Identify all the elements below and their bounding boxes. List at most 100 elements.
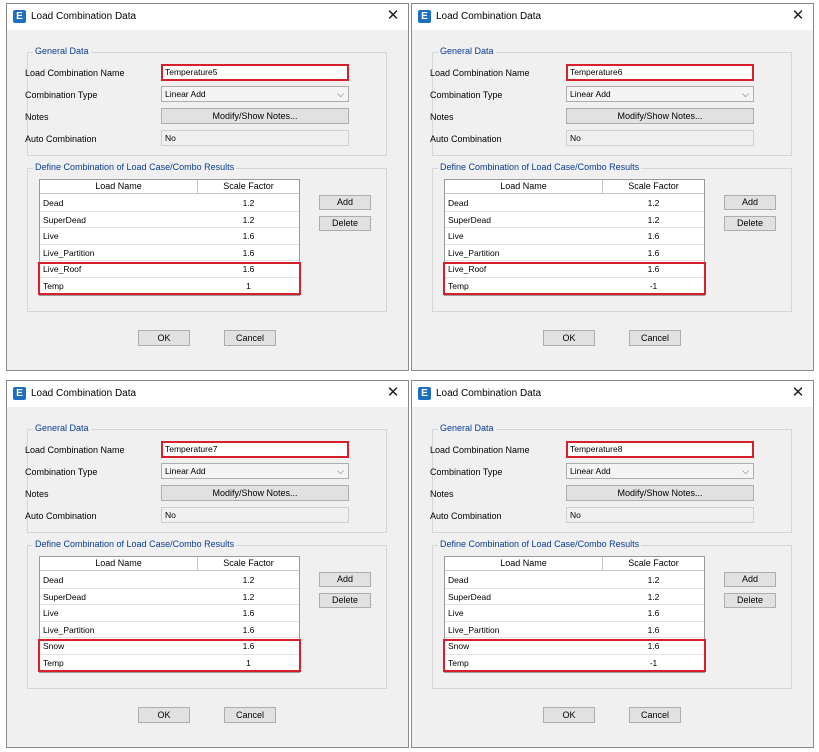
table-row[interactable]: Live_Partition 1.6	[445, 622, 704, 638]
column-header-scale-factor[interactable]: Scale Factor	[603, 557, 704, 571]
table-row[interactable]: Snow 1.6	[445, 638, 704, 655]
column-header-load-name[interactable]: Load Name	[40, 557, 198, 571]
load-name-cell[interactable]: Live_Partition	[43, 245, 95, 261]
load-case-grid[interactable]: Load Name Scale Factor Dead 1.2 SuperDead 1…	[444, 556, 705, 673]
load-case-grid[interactable]: Load Name Scale Factor Dead 1.2 SuperDead 1…	[39, 179, 300, 296]
table-row[interactable]: SuperDead 1.2	[445, 212, 704, 228]
scale-factor-cell[interactable]: -1	[603, 278, 704, 294]
table-row[interactable]: Temp 1	[40, 655, 299, 671]
add-button[interactable]: Add	[319, 195, 371, 210]
combination-name-input[interactable]: Temperature5	[161, 64, 349, 81]
cancel-button[interactable]: Cancel	[629, 707, 681, 723]
combination-name-input[interactable]: Temperature7	[161, 441, 349, 458]
ok-button[interactable]: OK	[138, 707, 190, 723]
table-row[interactable]: Temp -1	[445, 655, 704, 671]
combination-type-select[interactable]: Linear Add ⌵	[566, 86, 754, 102]
modify-notes-button[interactable]: Modify/Show Notes...	[566, 108, 754, 124]
table-row[interactable]: Temp 1	[40, 278, 299, 294]
table-row[interactable]: Temp -1	[445, 278, 704, 294]
table-row[interactable]: Dead 1.2	[445, 572, 704, 589]
scale-factor-cell[interactable]: 1.6	[603, 605, 704, 621]
column-header-load-name[interactable]: Load Name	[445, 557, 603, 571]
column-header-scale-factor[interactable]: Scale Factor	[603, 180, 704, 194]
load-name-cell[interactable]: Live_Partition	[448, 245, 500, 261]
delete-button[interactable]: Delete	[319, 593, 371, 608]
table-row[interactable]: Live_Partition 1.6	[40, 622, 299, 638]
table-row[interactable]: Live_Partition 1.6	[40, 245, 299, 261]
table-row[interactable]: Dead 1.2	[40, 195, 299, 212]
load-case-grid[interactable]: Load Name Scale Factor Dead 1.2 SuperDead 1…	[39, 556, 300, 673]
scale-factor-cell[interactable]: 1.6	[198, 622, 299, 638]
scale-factor-cell[interactable]: 1.6	[198, 261, 299, 277]
ok-button[interactable]: OK	[543, 707, 595, 723]
table-row[interactable]: Dead 1.2	[40, 572, 299, 589]
scale-factor-cell[interactable]: 1.2	[198, 589, 299, 605]
scale-factor-cell[interactable]: 1.2	[603, 572, 704, 588]
scale-factor-cell[interactable]: 1.2	[198, 212, 299, 228]
load-name-cell[interactable]: Live_Partition	[448, 622, 500, 638]
table-row[interactable]: Snow 1.6	[40, 638, 299, 655]
load-name-cell[interactable]: Live	[43, 228, 59, 244]
delete-button[interactable]: Delete	[724, 216, 776, 231]
column-header-scale-factor[interactable]: Scale Factor	[198, 180, 299, 194]
scale-factor-cell[interactable]: 1.6	[603, 261, 704, 277]
table-row[interactable]: Live 1.6	[40, 605, 299, 622]
scale-factor-cell[interactable]: 1.2	[603, 589, 704, 605]
scale-factor-cell[interactable]: 1.6	[198, 228, 299, 244]
combination-type-select[interactable]: Linear Add ⌵	[566, 463, 754, 479]
load-name-cell[interactable]: Temp	[43, 278, 64, 294]
table-row[interactable]: SuperDead 1.2	[40, 589, 299, 605]
cancel-button[interactable]: Cancel	[629, 330, 681, 346]
load-name-cell[interactable]: Snow	[43, 638, 64, 654]
cancel-button[interactable]: Cancel	[224, 330, 276, 346]
scale-factor-cell[interactable]: 1.2	[603, 212, 704, 228]
table-row[interactable]: Live_Partition 1.6	[445, 245, 704, 261]
scale-factor-cell[interactable]: 1.6	[603, 245, 704, 261]
scale-factor-cell[interactable]: 1.6	[198, 605, 299, 621]
close-icon[interactable]: ✕	[791, 385, 805, 401]
add-button[interactable]: Add	[724, 195, 776, 210]
table-row[interactable]: Live 1.6	[445, 605, 704, 622]
scale-factor-cell[interactable]: 1.6	[198, 245, 299, 261]
scale-factor-cell[interactable]: -1	[603, 655, 704, 671]
scale-factor-cell[interactable]: 1.2	[603, 195, 704, 211]
modify-notes-button[interactable]: Modify/Show Notes...	[161, 485, 349, 501]
add-button[interactable]: Add	[724, 572, 776, 587]
ok-button[interactable]: OK	[543, 330, 595, 346]
modify-notes-button[interactable]: Modify/Show Notes...	[566, 485, 754, 501]
table-row[interactable]: Live_Roof 1.6	[40, 261, 299, 278]
load-name-cell[interactable]: Live_Roof	[43, 261, 81, 277]
scale-factor-cell[interactable]: 1.2	[198, 572, 299, 588]
load-name-cell[interactable]: Live_Partition	[43, 622, 95, 638]
column-header-scale-factor[interactable]: Scale Factor	[198, 557, 299, 571]
add-button[interactable]: Add	[319, 572, 371, 587]
close-icon[interactable]: ✕	[386, 385, 400, 401]
load-name-cell[interactable]: Live	[43, 605, 59, 621]
table-row[interactable]: SuperDead 1.2	[40, 212, 299, 228]
modify-notes-button[interactable]: Modify/Show Notes...	[161, 108, 349, 124]
delete-button[interactable]: Delete	[724, 593, 776, 608]
close-icon[interactable]: ✕	[386, 8, 400, 24]
scale-factor-cell[interactable]: 1.6	[198, 638, 299, 654]
load-name-cell[interactable]: Temp	[43, 655, 64, 671]
table-row[interactable]: Live_Roof 1.6	[445, 261, 704, 278]
scale-factor-cell[interactable]: 1.2	[198, 195, 299, 211]
combination-type-select[interactable]: Linear Add ⌵	[161, 463, 349, 479]
combination-type-select[interactable]: Linear Add ⌵	[161, 86, 349, 102]
load-case-grid[interactable]: Load Name Scale Factor Dead 1.2 SuperDead 1…	[444, 179, 705, 296]
load-name-cell[interactable]: SuperDead	[43, 212, 86, 228]
load-name-cell[interactable]: SuperDead	[448, 212, 491, 228]
load-name-cell[interactable]: Temp	[448, 278, 469, 294]
column-header-load-name[interactable]: Load Name	[40, 180, 198, 194]
load-name-cell[interactable]: Temp	[448, 655, 469, 671]
load-name-cell[interactable]: SuperDead	[448, 589, 491, 605]
table-row[interactable]: Live 1.6	[40, 228, 299, 245]
load-name-cell[interactable]: Snow	[448, 638, 469, 654]
load-name-cell[interactable]: Dead	[448, 195, 468, 211]
scale-factor-cell[interactable]: 1	[198, 655, 299, 671]
load-name-cell[interactable]: Live	[448, 605, 464, 621]
load-name-cell[interactable]: Dead	[43, 572, 63, 588]
scale-factor-cell[interactable]: 1.6	[603, 622, 704, 638]
load-name-cell[interactable]: SuperDead	[43, 589, 86, 605]
scale-factor-cell[interactable]: 1.6	[603, 228, 704, 244]
